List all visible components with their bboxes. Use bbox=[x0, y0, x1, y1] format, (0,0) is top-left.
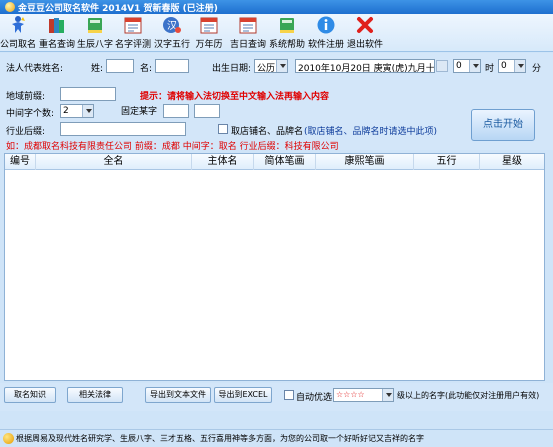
col-number[interactable]: 编号 bbox=[5, 154, 36, 170]
tool-name-evaluation[interactable]: 名字评测 bbox=[114, 15, 152, 51]
tool-auspicious-day[interactable]: 吉日查询 bbox=[229, 15, 267, 51]
minute-select[interactable]: 0 bbox=[498, 59, 526, 73]
hour-label: 时 bbox=[485, 64, 495, 74]
hour-value: 0 bbox=[456, 61, 462, 71]
surname-input[interactable] bbox=[106, 59, 134, 73]
toolbar: 公司取名 重名查询 生辰八字 名字评测 汉 汉字五行 万年历 吉日查询 系统帮助… bbox=[0, 14, 553, 52]
tool-label: 公司取名 bbox=[0, 40, 37, 50]
calendar-icon bbox=[200, 17, 218, 34]
birth-date-value: 2010年10月20日 庚寅(虎)九月十三 bbox=[298, 64, 435, 73]
title-bar: 金豆豆公司取名软件 2014V1 贺新春版 (已注册) bbox=[0, 0, 553, 14]
tool-exit[interactable]: 退出软件 bbox=[346, 15, 384, 51]
date-picker-button[interactable] bbox=[436, 60, 448, 72]
naming-knowledge-button[interactable]: 取名知识 bbox=[4, 387, 56, 403]
calendar-icon bbox=[124, 17, 142, 34]
col-full-name[interactable]: 全名 bbox=[36, 154, 192, 170]
tool-label: 生辰八字 bbox=[77, 40, 114, 50]
region-prefix-input[interactable] bbox=[60, 87, 116, 101]
col-wuxing[interactable]: 五行 bbox=[414, 154, 480, 170]
auto-pick-label: 自动优选 bbox=[296, 393, 333, 403]
stepper-arrows-icon[interactable] bbox=[82, 105, 93, 117]
tool-label: 重名查询 bbox=[38, 40, 75, 50]
calendar-type-value: 公历 bbox=[257, 64, 276, 73]
auto-pick-checkbox[interactable] bbox=[284, 390, 294, 400]
minute-value: 0 bbox=[501, 61, 507, 71]
calendar-icon bbox=[239, 17, 257, 34]
book-icon bbox=[280, 18, 294, 33]
middle-count-stepper[interactable]: 2 bbox=[60, 104, 94, 118]
tool-perpetual-calendar[interactable]: 万年历 bbox=[194, 15, 224, 51]
fixed-char-input-1[interactable] bbox=[163, 104, 189, 118]
tool-label: 名字评测 bbox=[114, 40, 151, 50]
books-icon bbox=[49, 18, 64, 33]
app-coin-icon bbox=[5, 2, 15, 12]
tool-character-wuxing[interactable]: 汉 汉字五行 bbox=[153, 15, 191, 51]
tool-label: 系统帮助 bbox=[268, 40, 305, 50]
middle-count-value: 2 bbox=[63, 106, 69, 116]
tool-label: 退出软件 bbox=[346, 40, 383, 50]
birth-date-input[interactable]: 2010年10月20日 庚寅(虎)九月十三 bbox=[295, 59, 435, 73]
given-name-label: 名: bbox=[140, 64, 153, 74]
status-bar: 根据周易及现代姓名研究学、生辰八字、三才五格、五行喜用神等多方面，为您的公司取一… bbox=[0, 429, 553, 447]
shop-brand-checkbox[interactable] bbox=[218, 124, 228, 134]
status-text: 根据周易及现代姓名研究学、生辰八字、三才五格、五行喜用神等多方面，为您的公司取一… bbox=[16, 434, 424, 443]
shop-brand-note: (取店铺名、品牌名时请选中此项) bbox=[304, 127, 438, 137]
tool-birth-bazi[interactable]: 生辰八字 bbox=[77, 15, 113, 51]
middle-count-label: 中间字个数: bbox=[6, 109, 55, 119]
chevron-down-icon bbox=[382, 389, 393, 401]
col-main-name[interactable]: 主体名 bbox=[192, 154, 254, 170]
hour-select[interactable]: 0 bbox=[453, 59, 481, 73]
figure-icon bbox=[12, 16, 25, 33]
tool-register[interactable]: 软件注册 bbox=[307, 15, 345, 51]
chevron-down-icon bbox=[514, 60, 525, 72]
birth-date-label: 出生日期: bbox=[212, 64, 252, 74]
tool-label: 汉字五行 bbox=[153, 40, 190, 50]
character-icon: 汉 bbox=[163, 17, 181, 33]
export-text-button[interactable]: 导出到文本文件 bbox=[145, 387, 211, 403]
legal-rep-label: 法人代表姓名: bbox=[6, 64, 64, 74]
export-excel-button[interactable]: 导出到EXCEL bbox=[214, 387, 272, 403]
star-level-select[interactable]: ☆☆☆☆ bbox=[333, 388, 394, 402]
industry-suffix-input[interactable] bbox=[60, 122, 186, 136]
col-rating[interactable]: 星级 bbox=[480, 154, 544, 170]
given-name-input[interactable] bbox=[155, 59, 189, 73]
start-button[interactable]: 点击开始 bbox=[471, 109, 535, 141]
tool-label: 软件注册 bbox=[307, 40, 344, 50]
tool-label: 吉日查询 bbox=[229, 40, 266, 50]
chevron-down-icon bbox=[469, 60, 480, 72]
lightbulb-icon bbox=[3, 433, 14, 444]
industry-suffix-label: 行业后缀: bbox=[6, 127, 46, 137]
star-level-note: 级以上的名字(此功能仅对注册用户有效) bbox=[397, 391, 540, 400]
fixed-char-input-2[interactable] bbox=[194, 104, 220, 118]
book-icon bbox=[88, 18, 102, 33]
tool-system-help[interactable]: 系统帮助 bbox=[268, 15, 306, 51]
ime-hint: 提示：请将输入法切换至中文输入法再输入内容 bbox=[140, 92, 330, 102]
tool-company-naming[interactable]: 公司取名 bbox=[0, 15, 36, 51]
tool-label: 万年历 bbox=[195, 40, 223, 50]
col-kangxi-strokes[interactable]: 康熙笔画 bbox=[316, 154, 414, 170]
fixed-char-label: 固定某字 bbox=[121, 107, 158, 117]
surname-label: 姓: bbox=[91, 64, 104, 74]
related-law-button[interactable]: 相关法律 bbox=[67, 387, 123, 403]
tool-duplicate-check[interactable]: 重名查询 bbox=[38, 15, 76, 51]
results-table[interactable]: 编号 全名 主体名 简体笔画 康熙笔画 五行 星级 bbox=[4, 153, 545, 381]
star-level-value: ☆☆☆☆ bbox=[336, 390, 365, 399]
chevron-down-icon bbox=[276, 60, 287, 72]
close-icon bbox=[357, 17, 373, 33]
bottom-bar: 取名知识 相关法律 导出到文本文件 导出到EXCEL 自动优选 ☆☆☆☆ 级以上… bbox=[0, 383, 553, 411]
calendar-type-select[interactable]: 公历 bbox=[254, 59, 288, 73]
minute-label: 分 bbox=[532, 64, 542, 74]
region-prefix-label: 地域前缀: bbox=[6, 92, 46, 102]
example-text: 如：成都取名科技有限责任公司 前缀：成都 中间字：取名 行业后缀：科技有限公司 bbox=[6, 142, 339, 152]
col-simplified-strokes[interactable]: 简体笔画 bbox=[254, 154, 316, 170]
info-icon bbox=[317, 16, 335, 34]
table-header: 编号 全名 主体名 简体笔画 康熙笔画 五行 星级 bbox=[5, 154, 544, 170]
window-title: 金豆豆公司取名软件 2014V1 贺新春版 (已注册) bbox=[18, 4, 218, 14]
shop-brand-label: 取店铺名、品牌名 bbox=[231, 127, 304, 137]
